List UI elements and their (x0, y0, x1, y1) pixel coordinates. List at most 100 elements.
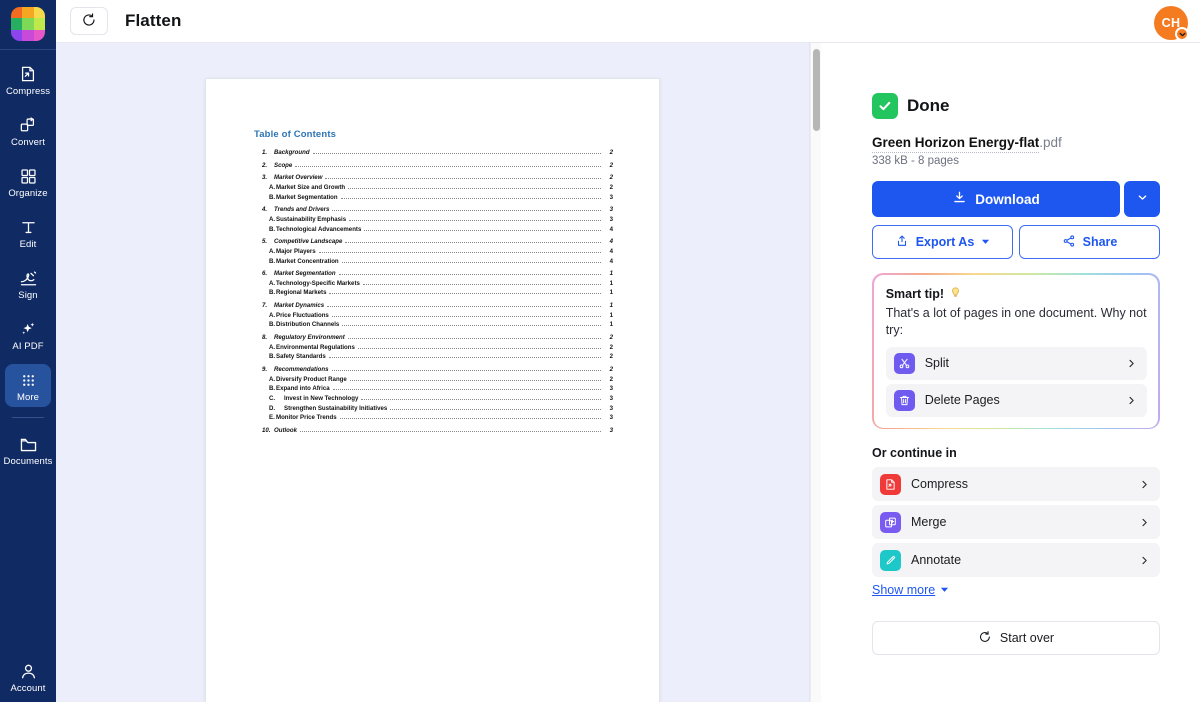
status-row: Done (872, 93, 1160, 119)
toc-entry-number: B. (269, 257, 276, 265)
toc-entry-number: 10. (262, 427, 271, 435)
toc-leader-dots (349, 379, 601, 381)
page-title: Flatten (125, 11, 182, 30)
show-more-label: Show more (872, 583, 936, 598)
toc-entry-page: 3 (609, 215, 613, 223)
lightbulb-icon (949, 286, 962, 302)
sidebar-item-label: Documents (3, 456, 53, 467)
row-label: Merge (911, 515, 947, 530)
toc-leader-dots (345, 242, 601, 244)
download-options-button[interactable] (1124, 181, 1160, 217)
toc-entry-text: Market Size and Growth (276, 183, 346, 191)
sidebar-item-convert[interactable]: Convert (5, 109, 51, 152)
toc-entry-page: 1 (609, 289, 613, 297)
export-as-button[interactable]: Export As (872, 225, 1013, 259)
tip-action-split[interactable]: Split (885, 346, 1148, 380)
compress-icon (19, 64, 37, 84)
toc-entry-text: Monitor Price Trends (276, 414, 337, 422)
continue-item-merge[interactable]: Merge (872, 505, 1160, 540)
secondary-actions-row: Export As Share (872, 225, 1160, 259)
scrollbar-thumb[interactable] (813, 49, 820, 131)
toc-leader-dots (295, 165, 601, 167)
toc-leader-dots (357, 347, 601, 349)
file-name-input[interactable]: Green Horizon Energy-flat (872, 135, 1040, 153)
toc-entry-text: Expand into Africa (276, 385, 330, 393)
toc-entry: E. Monitor Price Trends 3 (254, 415, 613, 421)
sidebar-item-ai-pdf[interactable]: AI PDF (5, 313, 51, 356)
toc-entry: B. Distribution Channels 1 (254, 322, 613, 328)
toc-entry: A. Market Size and Growth 2 (254, 183, 613, 191)
sidebar: Compress Convert Organize Edit Sign AI P… (0, 0, 56, 702)
row-label: Split (924, 356, 950, 371)
toc-entry: B. Market Concentration 4 (254, 257, 613, 265)
toc-entry-text: Technological Advancements (276, 225, 362, 233)
toc-entry-text: Background (274, 149, 310, 156)
download-label: Download (975, 191, 1040, 207)
sidebar-item-account[interactable]: Account (5, 661, 51, 694)
toc-leader-dots (342, 325, 601, 327)
toc-leader-dots (328, 357, 601, 359)
continue-item-annotate[interactable]: Annotate (872, 543, 1160, 578)
download-button[interactable]: Download (872, 181, 1120, 217)
convert-icon (19, 115, 37, 135)
toc-entry: D. Strengthen Sustainability Initiatives 3 (254, 404, 613, 412)
toc-entry-text: Invest in New Technology (284, 395, 359, 403)
sidebar-item-edit[interactable]: Edit (5, 211, 51, 254)
file-extension: .pdf (1039, 135, 1062, 150)
share-nodes-icon (1062, 234, 1076, 251)
account-menu-button[interactable]: CH (1154, 6, 1189, 41)
toc-entry: 5. Competitive Landscape 4 (254, 239, 613, 245)
restart-arrow-icon (81, 12, 97, 31)
toc-entry-text: Environmental Regulations (276, 343, 355, 351)
toc-entry-page: 3 (609, 206, 613, 214)
toc-entry-text: Outlook (274, 427, 298, 435)
tip-action-delete-pages[interactable]: Delete Pages (885, 383, 1148, 417)
canvas-scrollbar[interactable] (810, 43, 821, 702)
toc-entry-text: Market Dynamics (274, 302, 325, 310)
toc-entry: B. Technological Advancements 4 (254, 225, 613, 233)
toc-entry: A. Price Fluctuations 1 (254, 312, 613, 319)
toc-entry-text: Distribution Channels (276, 321, 340, 329)
document-canvas[interactable]: Table of Contents 1. Background 2 2. Scope 2 3… (56, 43, 810, 702)
sidebar-item-organize[interactable]: Organize (5, 160, 51, 203)
restart-button[interactable] (70, 7, 108, 35)
edit-text-icon (20, 217, 37, 237)
toc-entry: 4. Trends and Drivers 3 (254, 207, 613, 213)
start-over-button[interactable]: Start over (872, 621, 1160, 656)
grid-dots-icon (20, 370, 37, 390)
share-up-icon (895, 234, 909, 251)
toc-entry-page: 1 (609, 302, 613, 310)
toc-title: Table of Contents (254, 129, 337, 140)
sign-icon (19, 268, 38, 288)
sidebar-item-documents[interactable]: Documents (3, 428, 53, 471)
logo-button[interactable] (11, 0, 45, 49)
smart-tip-title: Smart tip! (885, 286, 945, 301)
toc-leader-dots (341, 261, 601, 263)
toc-entry-number: 5. (262, 238, 268, 246)
show-more-button[interactable]: Show more (872, 583, 949, 597)
sidebar-item-sign[interactable]: Sign (5, 262, 51, 305)
sidebar-item-compress[interactable]: Compress (5, 58, 51, 101)
toc-list: 1. Background 2 2. Scope 2 3. Market Overview 2 A… (254, 149, 613, 435)
sidebar-item-more[interactable]: More (5, 364, 51, 407)
sidebar-item-label: Account (10, 683, 46, 694)
toc-entry-page: 2 (609, 353, 613, 361)
toc-entry: 2. Scope 2 (254, 162, 613, 169)
toc-entry-text: Trends and Drivers (274, 206, 330, 214)
share-button[interactable]: Share (1019, 225, 1160, 259)
toc-entry-number: D. (269, 404, 276, 412)
document-page: Table of Contents 1. Background 2 2. Scope 2 3… (205, 78, 660, 702)
sidebar-item-label: Compress (5, 86, 51, 97)
toc-entry-page: 2 (609, 183, 613, 191)
toc-entry: B. Safety Standards 2 (254, 354, 613, 360)
toc-entry-number: B. (269, 193, 276, 201)
toc-entry-text: Sustainability Emphasis (276, 215, 347, 223)
toc-entry-page: 1 (609, 279, 613, 287)
toc-entry-number: C. (269, 395, 276, 403)
toc-leader-dots (349, 219, 601, 221)
smart-tip-title-row: Smart tip! (886, 286, 1148, 302)
toc-entry-text: Technology-Specific Markets (276, 279, 360, 287)
toc-entry-number: 8. (262, 334, 268, 342)
continue-item-compress[interactable]: Compress (872, 467, 1160, 502)
merge-icon (880, 511, 901, 533)
